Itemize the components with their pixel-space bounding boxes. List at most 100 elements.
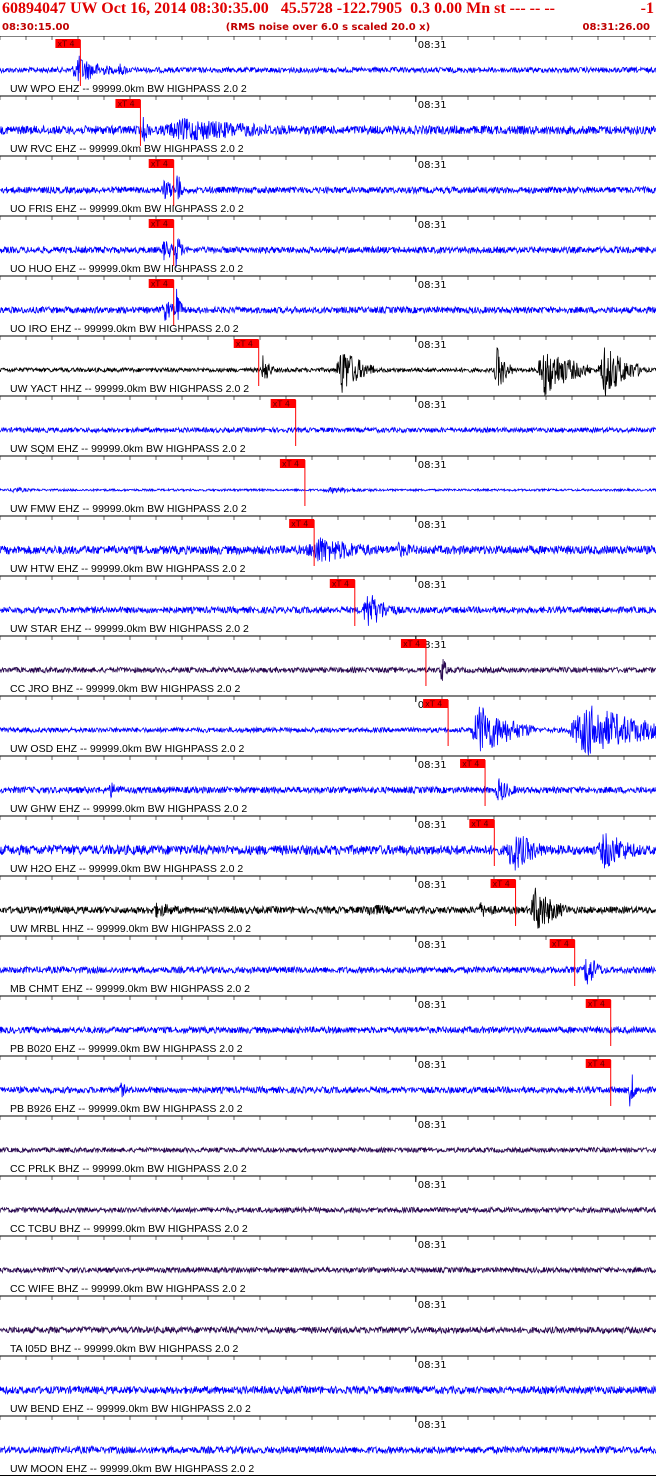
minute-mark-label: 08:31 (418, 820, 447, 831)
channel-label: UW STAR EHZ -- 99999.0km BW HIGHPASS 2.0… (10, 623, 249, 635)
pick-label: xT 4 (151, 280, 168, 289)
minute-mark-label: 08:31 (418, 1120, 447, 1131)
pick-label: xT 4 (236, 340, 253, 349)
channel-label: UO HUO EHZ -- 99999.0km BW HIGHPASS 2.0 … (10, 263, 243, 275)
minute-mark-label: 08:31 (418, 460, 447, 471)
minute-mark-label: 08:31 (418, 1420, 447, 1431)
waveform-trace (0, 116, 656, 142)
channel-row: 08:31 xT 4 UW GHW EHZ -- 99999.0km BW HIGH… (0, 755, 656, 815)
channel-label: UW HTW EHZ -- 99999.0km BW HIGHPASS 2.0 … (10, 563, 246, 575)
channel-row: 08:31 xT 4 UW MRBL HHZ -- 99999.0km BW HIG… (0, 875, 656, 935)
minute-mark-label: 08:31 (418, 1060, 447, 1071)
channel-label: UW OSD EHZ -- 99999.0km BW HIGHPASS 2.0 … (10, 743, 245, 755)
seismogram-panel: 08:31 xT 4 UW WPO EHZ -- 99999.0km BW HIGH… (0, 36, 656, 1476)
channel-label: PB B020 EHZ -- 99999.0km BW HIGHPASS 2.0… (10, 1043, 243, 1055)
pick-label: xT 4 (403, 640, 420, 649)
minute-mark-label: 08:31 (418, 220, 447, 231)
pick-label: xT 4 (151, 220, 168, 229)
waveform-trace (0, 486, 656, 495)
channel-row: 08:31 UW MOON EHZ -- 99999.0km BW HIGHPAS… (0, 1415, 656, 1475)
channel-row: 08:31 xT 4 PB B020 EHZ -- 99999.0km BW HIG… (0, 995, 656, 1055)
channel-label: UW H2O EHZ -- 99999.0km BW HIGHPASS 2.0 … (10, 863, 243, 875)
channel-label: UO IRO EHZ -- 99999.0km BW HIGHPASS 2.0 … (10, 323, 239, 335)
end-time: 08:31:26.00 (582, 22, 650, 33)
pick-label: xT 4 (588, 1000, 605, 1009)
channel-label: MB CHMT EHZ -- 99999.0km BW HIGHPASS 2.0… (10, 983, 250, 995)
waveform-trace (0, 958, 656, 985)
minute-mark-label: 08:31 (418, 1360, 447, 1371)
waveform-trace (0, 659, 656, 681)
minute-mark-label: 08:31 (418, 1240, 447, 1251)
channel-label: CC TCBU BHZ -- 99999.0km BW HIGHPASS 2.0… (10, 1223, 248, 1235)
channel-row: 08:31 TA I05D BHZ -- 99999.0km BW HIGHPAS… (0, 1295, 656, 1355)
waveform-trace (0, 1025, 656, 1035)
channel-row: 08:31xT 4UW OSD EHZ -- 99999.0km BW HIGH… (0, 695, 656, 756)
waveform-trace (0, 55, 656, 82)
channel-row: 08:31 xT 4 UO IRO EHZ -- 99999.0km BW HIGH… (0, 275, 656, 335)
channel-label: UW RVC EHZ -- 99999.0km BW HIGHPASS 2.0 … (10, 143, 244, 155)
noise-note: (RMS noise over 6.0 s scaled 20.0 x) (225, 22, 431, 33)
channel-label: UW MRBL HHZ -- 99999.0km BW HIGHPASS 2.0… (10, 923, 251, 935)
waveform-trace (0, 778, 656, 801)
waveform-trace (0, 1444, 656, 1455)
minute-mark-label: 08:31 (418, 400, 447, 411)
minute-mark-label: 08:31 (418, 160, 447, 171)
channel-label: UW BEND EHZ -- 99999.0km BW HIGHPASS 2.0… (10, 1403, 251, 1415)
waveform-trace (0, 1146, 656, 1154)
channel-row: 08:31 xT 4 UW SQM EHZ -- 99999.0km BW HIGH… (0, 395, 656, 455)
event-right-value: -1 (640, 0, 654, 17)
minute-mark-label: 08:31 (418, 580, 447, 591)
waveform-trace (0, 1074, 656, 1107)
waveform-trace (0, 175, 656, 200)
pick-label: xT 4 (282, 460, 299, 469)
minute-mark-label: 08:31 (418, 280, 447, 291)
channel-row: 08:31 CC TCBU BHZ -- 99999.0km BW HIGHPAS… (0, 1175, 656, 1235)
waveform-trace (0, 288, 656, 321)
waveform-trace (0, 1205, 656, 1215)
minute-mark-label: 08:31 (418, 340, 447, 351)
channel-label: UW YACT HHZ -- 99999.0km BW HIGHPASS 2.0… (10, 383, 249, 395)
channel-row: 08:31 xT 4 UW WPO EHZ -- 99999.0km BW HIGH… (0, 36, 656, 95)
channel-label: UW FMW EHZ -- 99999.0km BW HIGHPASS 2.0 … (10, 503, 247, 515)
channel-label: CC PRLK BHZ -- 99999.0km BW HIGHPASS 2.0… (10, 1163, 247, 1175)
channel-row: 08:31 xT 4 UW YACT HHZ -- 99999.0km BW HIG… (0, 335, 656, 397)
pick-label: xT 4 (332, 580, 349, 589)
pick-label: xT 4 (588, 1060, 605, 1069)
pick-label: xT 4 (151, 160, 168, 169)
channel-row: 08:31 xT 4 UO FRIS EHZ -- 99999.0km BW HIG… (0, 155, 656, 215)
channel-label: CC JRO BHZ -- 99999.0km BW HIGHPASS 2.0 … (10, 683, 240, 695)
channel-row: 08:31 xT 4 UW STAR EHZ -- 99999.0km BW HIG… (0, 575, 656, 635)
pick-label: xT 4 (117, 100, 134, 109)
waveform-trace (0, 1384, 656, 1396)
minute-mark-label: 08:31 (418, 1300, 447, 1311)
waveform-trace (0, 1325, 656, 1335)
channel-row: 08:31 xT 4 UW HTW EHZ -- 99999.0km BW HIGH… (0, 515, 656, 575)
channel-row: 08:31 xT 4 UW FMW EHZ -- 99999.0km BW HIGH… (0, 455, 656, 515)
waveform-trace (0, 1265, 656, 1275)
minute-mark-label: 08:31 (418, 520, 447, 531)
channel-label: UW SQM EHZ -- 99999.0km BW HIGHPASS 2.0 … (10, 443, 246, 455)
minute-mark-label: 08:31 (418, 880, 447, 891)
channel-row: 08:31 UW BEND EHZ -- 99999.0km BW HIGHPAS… (0, 1355, 656, 1415)
channel-row: 08:31 xT 4 PB B926 EHZ -- 99999.0km BW HIG… (0, 1055, 656, 1115)
channel-row: 08:31 xT 4 UO HUO EHZ -- 99999.0km BW HIGH… (0, 215, 656, 275)
waveform-trace (0, 595, 656, 626)
channel-label: CC WIFE BHZ -- 99999.0km BW HIGHPASS 2.0… (10, 1283, 246, 1295)
minute-mark-label: 08:31 (418, 1180, 447, 1191)
channel-label: UO FRIS EHZ -- 99999.0km BW HIGHPASS 2.0… (10, 203, 244, 215)
waveform-trace (0, 537, 656, 562)
pick-label: xT 4 (291, 520, 308, 529)
channel-label: PB B926 EHZ -- 99999.0km BW HIGHPASS 2.0… (10, 1103, 243, 1115)
pick-label: xT 4 (552, 940, 569, 949)
minute-mark-label: 08:31 (418, 760, 447, 771)
channel-row: 08:31 xT 4 UW H2O EHZ -- 99999.0km BW HIGH… (0, 815, 656, 875)
minute-mark-label: 08:31 (418, 40, 447, 51)
channel-label: UW GHW EHZ -- 99999.0km BW HIGHPASS 2.0 … (10, 803, 247, 815)
pick-label: xT 4 (273, 400, 290, 409)
pick-label: xT 4 (493, 880, 510, 889)
pick-label: xT 4 (471, 820, 488, 829)
pick-label: xT 4 (57, 40, 74, 49)
channel-label: TA I05D BHZ -- 99999.0km BW HIGHPASS 2.0… (10, 1343, 239, 1355)
minute-mark-label: 08:31 (418, 940, 447, 951)
channel-label: UW MOON EHZ -- 99999.0km BW HIGHPASS 2.0… (10, 1463, 254, 1475)
